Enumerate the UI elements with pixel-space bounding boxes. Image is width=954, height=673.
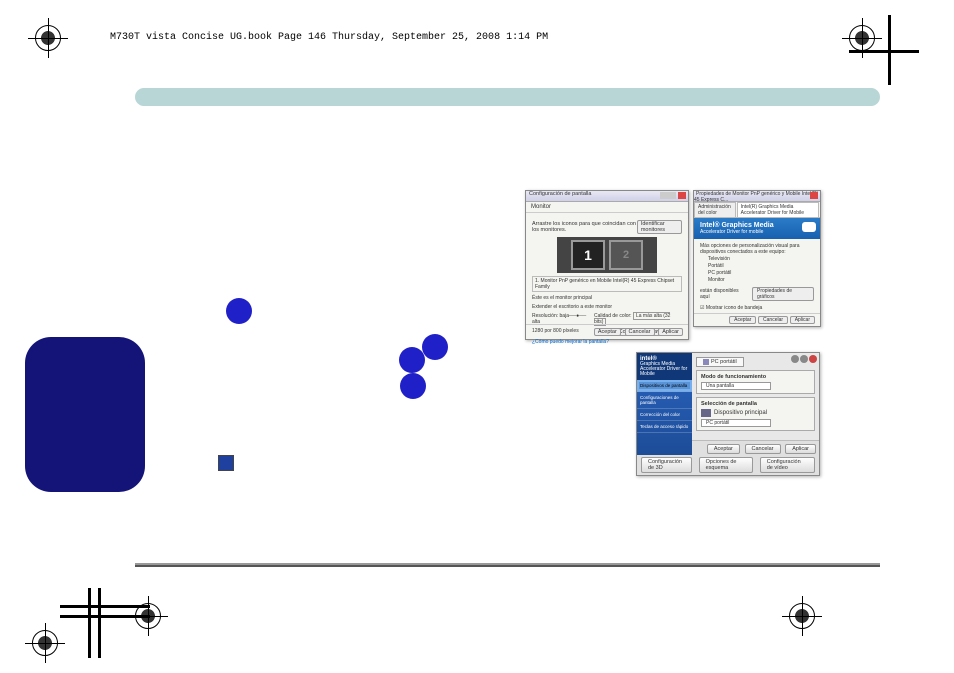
primary-device-label: Dispositivo principal [714, 410, 767, 416]
monitor-arrangement[interactable]: 1 2 [557, 237, 657, 273]
screenshot-display-settings: Configuración de pantalla Monitor Arrast… [525, 190, 689, 340]
device-icon [701, 409, 711, 417]
device-tv: Televisión [708, 256, 814, 262]
crop-frame-bl [60, 583, 140, 658]
monitor-icon [218, 455, 234, 471]
device-dropdown[interactable]: 1. Monitor PnP genérico en Mobile Intel(… [532, 276, 682, 292]
crop-frame-tr [849, 15, 919, 90]
drag-instruction: Arrastre los iconos para que coincidan c… [532, 221, 637, 233]
graphics-properties-button[interactable]: Propiedades de gráficos [752, 287, 814, 301]
crop-mark-br [849, 603, 899, 653]
page-header: M730T vista Concise UG.book Page 146 Thu… [110, 32, 548, 43]
window-titlebar: Configuración de pantalla [526, 191, 688, 202]
callout-2 [399, 347, 425, 373]
callout-3 [422, 334, 448, 360]
banner-line2: Accelerator Driver for mobile [700, 230, 814, 236]
3d-config-button[interactable]: Configuración de 3D [641, 457, 692, 473]
apply-button[interactable]: Aplicar [790, 316, 815, 324]
callout-4 [400, 373, 426, 399]
sidebar-header: intel® Graphics Media Accelerator Driver… [637, 353, 692, 380]
tab-color-management[interactable]: Administración del color [694, 202, 736, 217]
nav-display-settings[interactable]: Configuraciones de pantalla [637, 392, 692, 409]
footer-rule [135, 563, 880, 567]
mode-dropdown[interactable]: Una pantalla [701, 382, 771, 390]
ok-button[interactable]: Aceptar [594, 328, 621, 336]
scheme-options-button[interactable]: Opciones de esquema [699, 457, 753, 473]
display-selection-group: Selección de pantalla Dispositivo princi… [696, 397, 815, 431]
apply-button[interactable]: Aplicar [658, 328, 683, 336]
tray-icon-checkbox[interactable]: ☑ Mostrar icono de bandeja [700, 305, 762, 311]
device-laptop: Portátil [708, 263, 814, 269]
operating-mode-group: Modo de funcionamiento Una pantalla [696, 370, 815, 394]
close-button[interactable] [810, 192, 818, 199]
window-title: Configuración de pantalla [526, 191, 591, 197]
video-config-button[interactable]: Configuración de vídeo [760, 457, 815, 473]
tab-monitor[interactable]: Monitor [526, 202, 688, 213]
window-titlebar: Propiedades de Monitor PnP genérico y Mo… [694, 191, 820, 202]
body-intro: Más opciones de personalización visual p… [700, 243, 814, 255]
nav-hotkeys[interactable]: Teclas de acceso rápido [637, 421, 692, 433]
extend-desktop-checkbox[interactable]: Extender el escritorio a este monitor [532, 304, 612, 310]
intel-badge-icon [802, 222, 816, 232]
nav-display-devices[interactable]: Dispositivos de pantalla [637, 380, 692, 392]
minmax-buttons[interactable] [660, 192, 676, 199]
crop-mark-tl [35, 25, 85, 75]
cancel-button[interactable]: Cancelar [625, 328, 655, 336]
intel-banner: Intel® Graphics Media Accelerator Driver… [694, 218, 820, 239]
apply-button[interactable]: Aplicar [785, 444, 816, 454]
cancel-button[interactable]: Cancelar [745, 444, 781, 454]
identify-monitors-button[interactable]: Identificar monitores [637, 220, 682, 234]
help-link[interactable]: ¿Cómo puedo mejorar la pantalla? [532, 339, 682, 345]
props-here-label: están disponibles aquí [700, 288, 748, 300]
monitor-icon [703, 359, 709, 365]
display-selection-title: Selección de pantalla [701, 401, 810, 407]
primary-device-dropdown[interactable]: PC portátil [701, 419, 771, 427]
screenshot-intel-driver-tab: Propiedades de Monitor PnP genérico y Mo… [693, 190, 821, 327]
nav-color-correction[interactable]: Corrección del color [637, 409, 692, 421]
main-monitor-checkbox[interactable]: Éste es el monitor principal [532, 295, 592, 301]
close-button[interactable] [678, 192, 686, 199]
side-note-box [25, 337, 145, 492]
operating-mode-title: Modo de funcionamiento [701, 374, 810, 380]
device-notebook: PC portátil [708, 270, 814, 276]
tab-pc-portatil[interactable]: PC portátil [696, 357, 744, 367]
tab-intel-gma[interactable]: Intel(R) Graphics Media Accelerator Driv… [737, 202, 819, 217]
screenshot-intel-control-panel: intel® Graphics Media Accelerator Driver… [636, 352, 820, 476]
monitor1[interactable]: 1 [571, 240, 605, 270]
title-banner [135, 88, 880, 106]
ok-button[interactable]: Aceptar [707, 444, 740, 454]
device-monitor: Monitor [708, 277, 814, 283]
cancel-button[interactable]: Cancelar [758, 316, 788, 324]
ok-button[interactable]: Aceptar [729, 316, 756, 324]
callout-1 [226, 298, 252, 324]
window-title: Propiedades de Monitor PnP genérico y Mo… [694, 191, 818, 203]
monitor2[interactable]: 2 [609, 240, 643, 270]
